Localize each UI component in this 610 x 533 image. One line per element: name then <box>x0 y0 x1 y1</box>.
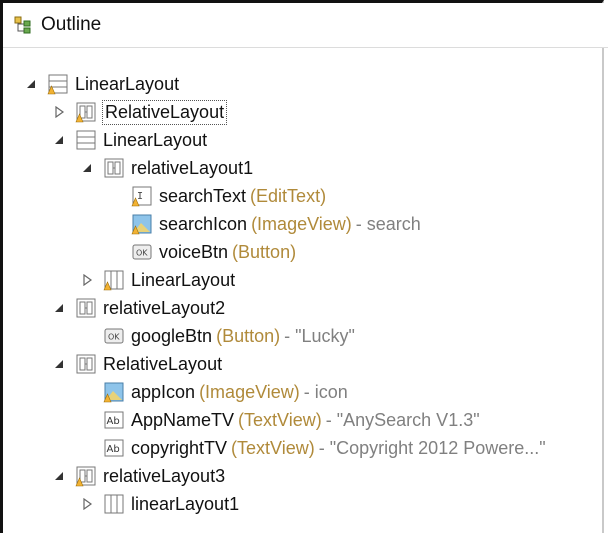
node-name: searchIcon <box>159 213 248 234</box>
textview-icon: Ab <box>104 411 124 429</box>
node-name: LinearLayout <box>103 129 208 150</box>
outline-view-icon <box>14 16 31 34</box>
linear-layout-icon <box>47 74 68 95</box>
tree-node[interactable]: LinearLayout <box>81 266 235 294</box>
node-name: AppNameTV <box>131 409 235 430</box>
tree-node[interactable]: LinearLayout <box>53 126 207 154</box>
outline-tree[interactable]: LinearLayout RelativeLayout LinearLayout <box>3 48 608 533</box>
tree-node[interactable]: linearLayout1 <box>81 490 239 518</box>
node-type: (TextView) <box>231 437 315 458</box>
expanded-arrow-icon[interactable] <box>53 470 65 482</box>
node-name: RelativeLayout <box>101 99 228 125</box>
node-type: (Button) <box>216 325 281 346</box>
node-name: LinearLayout <box>75 73 180 94</box>
relative-layout-icon <box>75 466 96 487</box>
node-name: voiceBtn <box>159 241 229 262</box>
imageview-icon <box>103 382 124 403</box>
collapsed-arrow-icon[interactable] <box>53 106 65 118</box>
node-extra: - icon <box>303 381 348 402</box>
collapsed-arrow-icon[interactable] <box>81 274 93 286</box>
node-type: (TextView) <box>238 409 322 430</box>
tree-node[interactable]: relativeLayout2 <box>53 294 225 322</box>
expanded-arrow-icon[interactable] <box>25 78 37 90</box>
expanded-arrow-icon[interactable] <box>53 302 65 314</box>
expanded-arrow-icon[interactable] <box>81 162 93 174</box>
relative-layout-icon <box>76 298 96 318</box>
svg-text:OK: OK <box>136 249 148 258</box>
node-type: (ImageView) <box>199 381 300 402</box>
collapsed-arrow-icon[interactable] <box>81 498 93 510</box>
relative-layout-icon <box>76 354 96 374</box>
tree-node[interactable]: relativeLayout1 <box>81 154 253 182</box>
panel-title: Outline <box>41 14 102 35</box>
linear-layout-icon <box>103 270 124 291</box>
tree-node[interactable]: searchIcon (ImageView) - search <box>131 210 421 238</box>
outline-titlebar: Outline <box>3 3 608 48</box>
relative-layout-icon <box>75 102 96 123</box>
node-name: linearLayout1 <box>131 493 240 514</box>
svg-text:OK: OK <box>108 333 120 342</box>
tree-node[interactable]: RelativeLayout <box>53 98 228 126</box>
tree-node[interactable]: relativeLayout3 <box>53 462 225 490</box>
svg-text:I: I <box>137 191 143 202</box>
node-extra: - "AnySearch V1.3" <box>325 409 480 430</box>
textview-icon: Ab <box>104 439 124 457</box>
node-name: searchText <box>159 185 247 206</box>
edittext-icon: I <box>131 186 152 207</box>
tree-node[interactable]: appIcon (ImageView) - icon <box>103 378 348 406</box>
node-name: relativeLayout3 <box>103 465 226 486</box>
node-name: RelativeLayout <box>103 353 223 374</box>
node-extra: - "Copyright 2012 Powere..." <box>318 437 546 458</box>
node-type: (Button) <box>232 241 297 262</box>
tree-node[interactable]: RelativeLayout <box>53 350 222 378</box>
svg-text:Ab: Ab <box>107 416 120 427</box>
node-extra: - "Lucky" <box>284 325 355 346</box>
tree-node[interactable]: LinearLayout <box>25 70 179 98</box>
node-name: googleBtn <box>131 325 213 346</box>
tree-node[interactable]: OK voiceBtn (Button) <box>131 238 296 266</box>
node-name: copyrightTV <box>131 437 228 458</box>
node-name: appIcon <box>131 381 196 402</box>
node-type: (EditText) <box>250 185 327 206</box>
expanded-arrow-icon[interactable] <box>53 358 65 370</box>
tree-node[interactable]: OK googleBtn (Button) - "Lucky" <box>103 322 355 350</box>
linear-layout-icon <box>104 494 124 514</box>
node-name: relativeLayout1 <box>131 157 254 178</box>
svg-text:Ab: Ab <box>107 444 120 455</box>
relative-layout-icon <box>104 158 124 178</box>
node-name: LinearLayout <box>131 269 236 290</box>
button-icon: OK <box>132 244 152 260</box>
tree-node[interactable]: Ab AppNameTV (TextView) - "AnySearch V1.… <box>103 406 480 434</box>
node-type: (ImageView) <box>251 213 352 234</box>
linear-layout-icon <box>76 130 96 150</box>
button-icon: OK <box>104 328 124 344</box>
expanded-arrow-icon[interactable] <box>53 134 65 146</box>
tree-node[interactable]: I searchText (EditText) <box>131 182 326 210</box>
tree-node[interactable]: Ab copyrightTV (TextView) - "Copyright 2… <box>103 434 546 462</box>
node-extra: - search <box>355 213 421 234</box>
imageview-icon <box>131 214 152 235</box>
node-name: relativeLayout2 <box>103 297 226 318</box>
